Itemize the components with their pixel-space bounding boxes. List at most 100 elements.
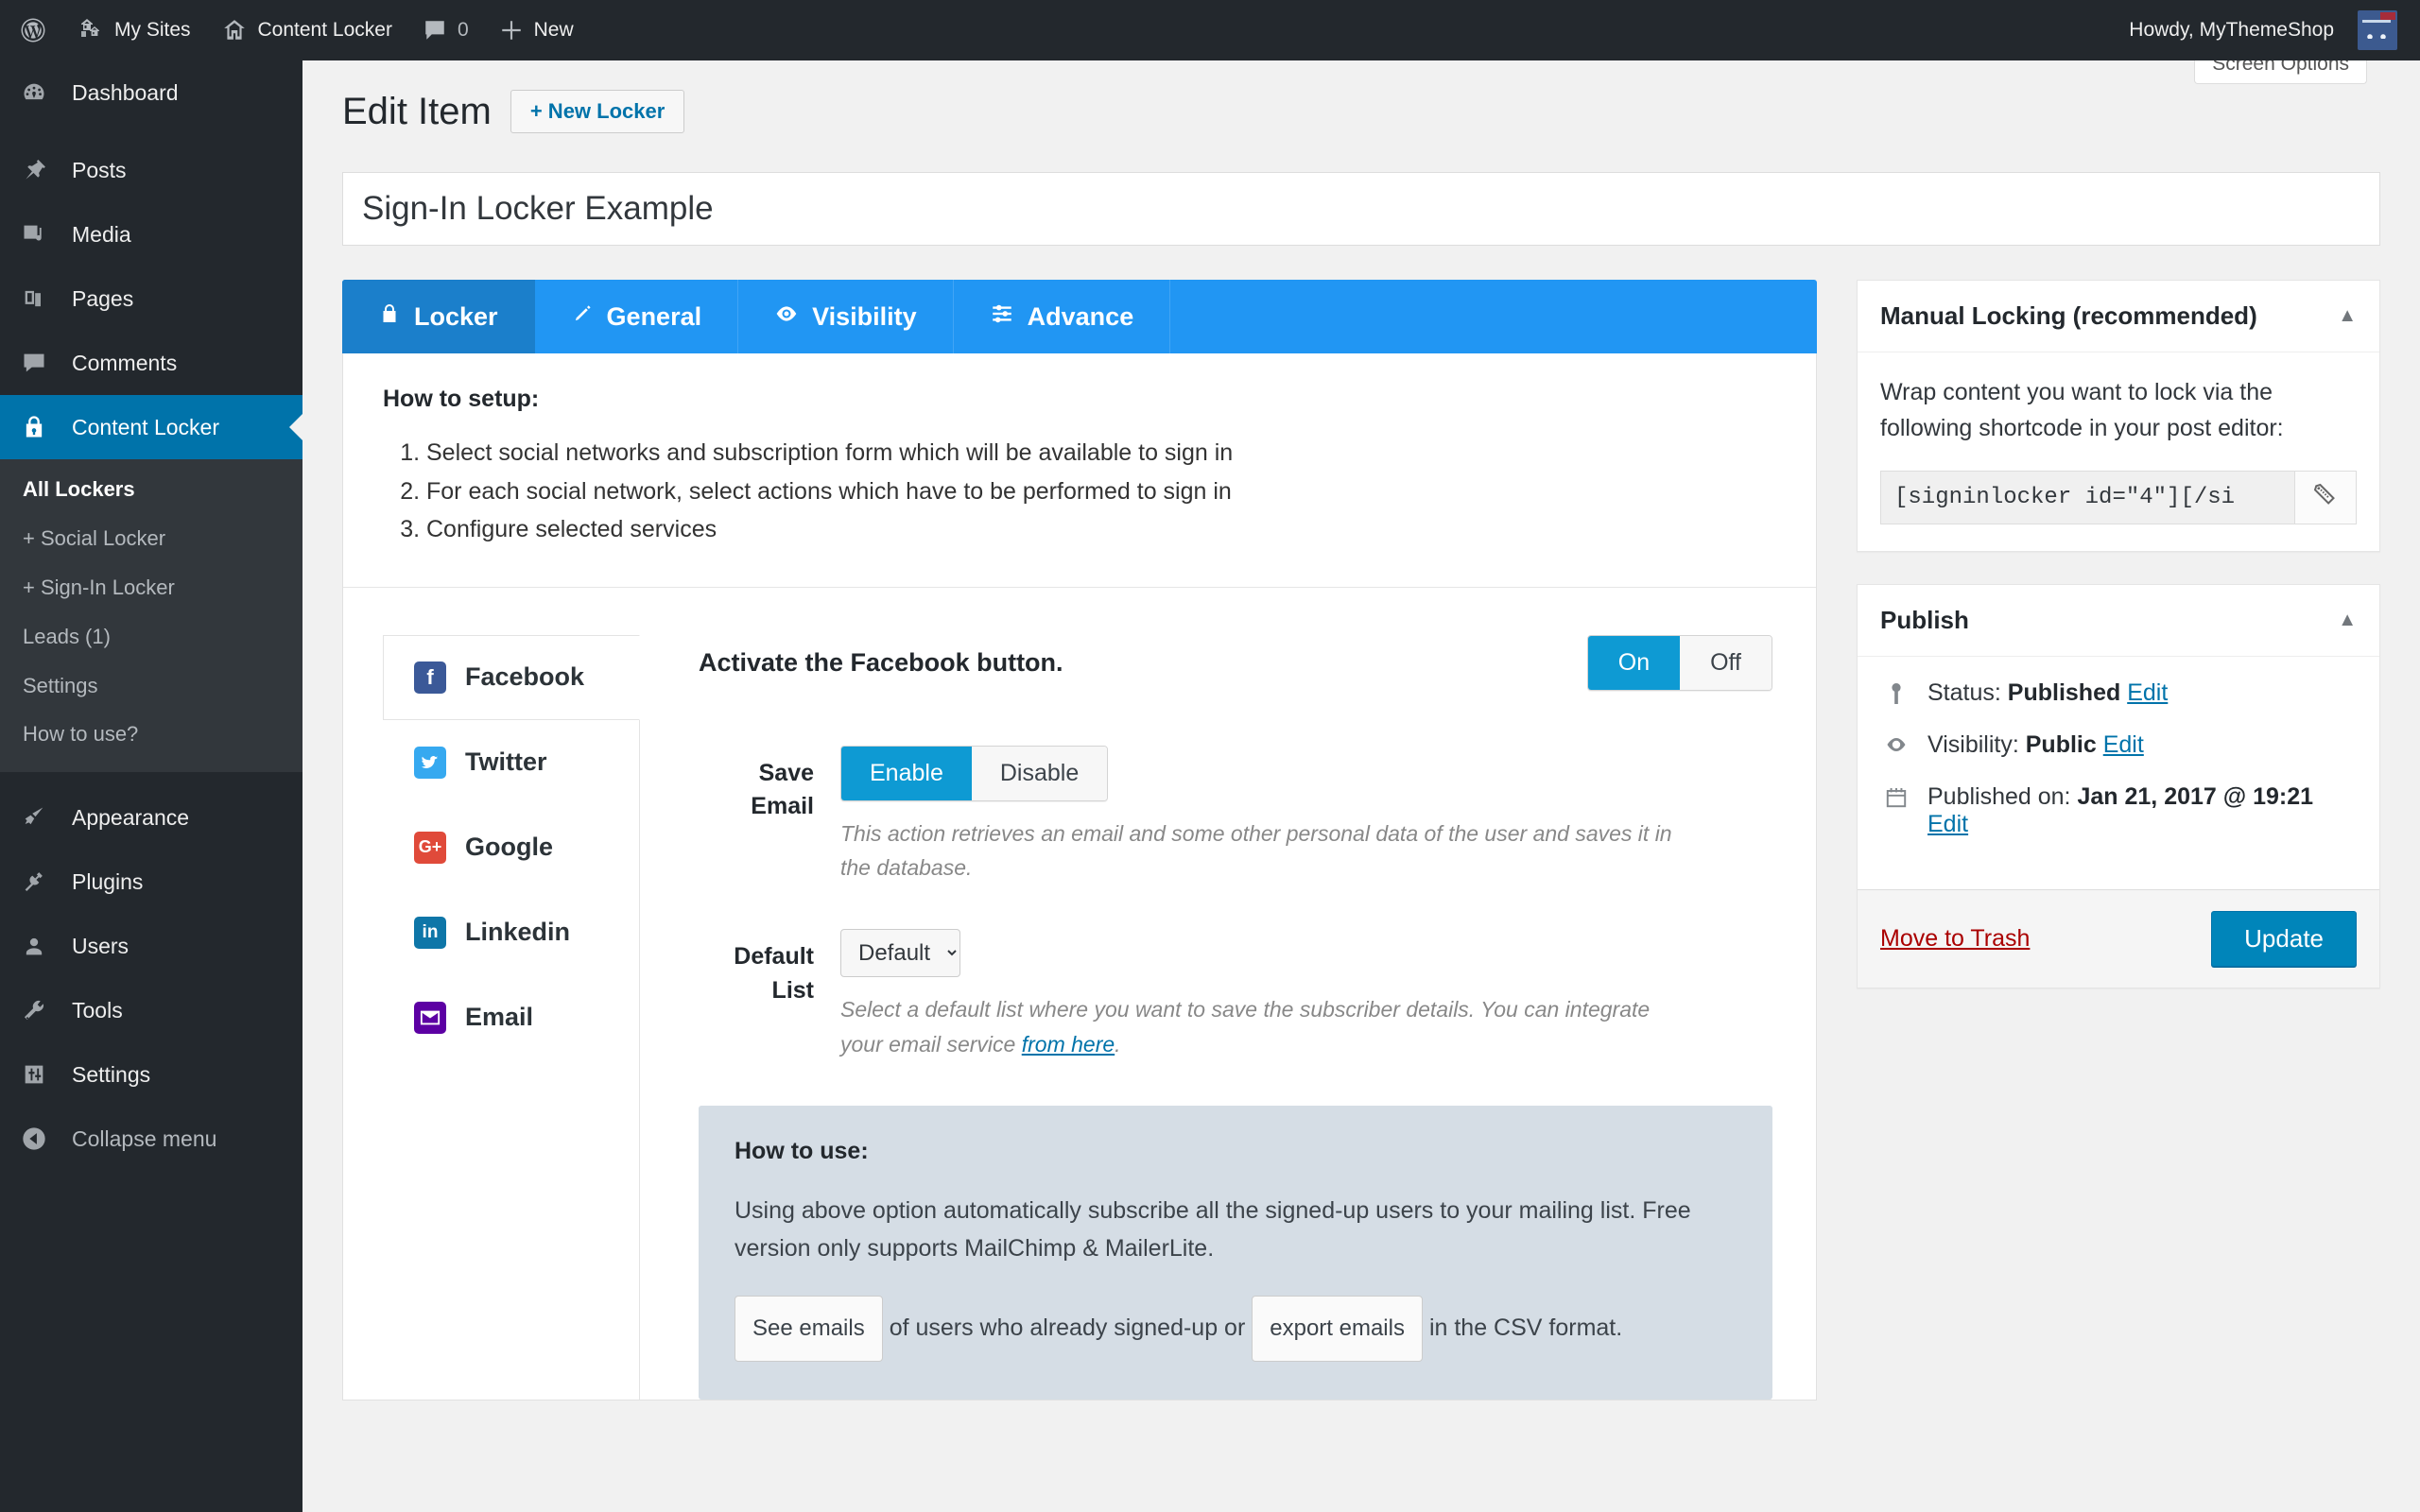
sidebar-subitem-how-to-use[interactable]: How to use?: [0, 710, 302, 759]
sidebar-subitem-leads[interactable]: Leads (1): [0, 612, 302, 662]
tab-label: General: [607, 302, 702, 332]
pencil-icon: [571, 302, 594, 332]
save-email-disable-option[interactable]: Disable: [972, 747, 1107, 800]
integrate-email-service-link[interactable]: from here: [1022, 1032, 1115, 1057]
new-content-menu[interactable]: New: [484, 0, 589, 60]
default-list-control: Default Select a default list where you …: [840, 929, 1772, 1062]
comments-bubble[interactable]: 0: [407, 0, 484, 60]
sidebar-item-appearance[interactable]: Appearance: [0, 785, 302, 850]
save-email-toggle[interactable]: Enable Disable: [840, 746, 1108, 801]
save-email-description: This action retrieves an email and some …: [840, 816, 1672, 886]
sidebar-item-label: Settings: [60, 1062, 150, 1088]
publish-visibility-row: Visibility: Public Edit: [1880, 731, 2357, 759]
collapse-menu-button[interactable]: Collapse menu: [0, 1107, 302, 1171]
network-tab-google[interactable]: G+ Google: [383, 805, 639, 890]
shortcode-input[interactable]: [1880, 471, 2294, 524]
sidebar-item-label: Posts: [60, 158, 127, 183]
post-title-input[interactable]: [343, 173, 2379, 245]
eye-icon: [774, 301, 799, 333]
sidebar-item-comments[interactable]: Comments: [0, 331, 302, 395]
post-title-wrapper: [342, 172, 2380, 246]
new-locker-button[interactable]: + New Locker: [510, 90, 684, 133]
visibility-label: Visibility:: [1927, 731, 2019, 758]
sidebar-item-tools[interactable]: Tools: [0, 978, 302, 1042]
tab-visibility[interactable]: Visibility: [738, 280, 954, 353]
lock-icon: [21, 414, 60, 440]
default-list-description: Select a default list where you want to …: [840, 992, 1672, 1062]
calendar-icon: [1880, 783, 1912, 810]
wordpress-logo-icon: [19, 16, 47, 44]
network-tab-facebook[interactable]: f Facebook: [383, 635, 640, 720]
default-list-desc-before: Select a default list where you want to …: [840, 997, 1650, 1057]
copy-shortcode-button[interactable]: [2294, 471, 2357, 524]
wp-logo-button[interactable]: [0, 0, 62, 60]
tab-advance[interactable]: Advance: [954, 280, 1171, 353]
site-name-menu[interactable]: Content Locker: [206, 0, 407, 60]
my-sites-menu[interactable]: My Sites: [62, 0, 206, 60]
locker-tab-bar: Locker General Vis: [342, 280, 1817, 353]
side-column: Manual Locking (recommended) ▲ Wrap cont…: [1817, 280, 2380, 1400]
comment-icon: [21, 350, 60, 376]
sidebar-item-users[interactable]: Users: [0, 914, 302, 978]
sidebar-subitem-signin-locker[interactable]: + Sign-In Locker: [0, 563, 302, 612]
manual-locking-title: Manual Locking (recommended): [1880, 301, 2257, 331]
sidebar-item-dashboard[interactable]: Dashboard: [0, 60, 302, 125]
chevron-up-icon[interactable]: ▲: [2338, 305, 2357, 327]
pages-icon: [21, 285, 60, 312]
setup-step: Configure selected services: [426, 510, 1776, 549]
publish-metabox: Publish ▲ Status: Published Edit: [1857, 584, 2380, 988]
default-list-select[interactable]: Default: [840, 929, 960, 977]
setup-step: For each social network, select actions …: [426, 472, 1776, 511]
sidebar-item-content-locker[interactable]: Content Locker: [0, 395, 302, 459]
network-tab-email[interactable]: Email: [383, 975, 639, 1060]
how-to-use-actions: See emails of users who already signed-u…: [735, 1296, 1737, 1362]
locker-panel: How to setup: Select social networks and…: [342, 353, 1817, 1400]
sidebar-item-media[interactable]: Media: [0, 202, 302, 266]
save-email-label-line2: Email: [751, 793, 814, 819]
published-on-edit-link[interactable]: Edit: [1927, 811, 1968, 837]
sidebar-subitem-social-locker[interactable]: + Social Locker: [0, 514, 302, 563]
dashboard-icon: [21, 79, 60, 106]
activate-toggle[interactable]: On Off: [1587, 635, 1772, 691]
publish-status-text: Status: Published Edit: [1927, 679, 2168, 707]
tab-label: Advance: [1028, 302, 1134, 332]
page-header: Edit Item + New Locker: [302, 60, 2420, 136]
sidebar-item-plugins[interactable]: Plugins: [0, 850, 302, 914]
main-column: Locker General Vis: [342, 280, 1817, 1400]
sidebar-item-pages[interactable]: Pages: [0, 266, 302, 331]
sliders-icon: [21, 1061, 60, 1088]
save-email-label: Save Email: [699, 746, 840, 886]
status-edit-link[interactable]: Edit: [2127, 679, 2168, 706]
sidebar-subitem-all-lockers[interactable]: All Lockers: [0, 465, 302, 514]
save-email-enable-option[interactable]: Enable: [841, 747, 972, 800]
page-title: Edit Item: [342, 87, 492, 136]
how-to-setup-heading: How to setup:: [383, 386, 1776, 413]
sidebar-subitem-settings[interactable]: Settings: [0, 662, 302, 711]
default-list-label-line2: List: [772, 977, 814, 1004]
how-to-setup-section: How to setup: Select social networks and…: [343, 353, 1816, 588]
my-account-menu[interactable]: Howdy, MyThemeShop: [2114, 0, 2420, 60]
default-list-desc-after: .: [1115, 1032, 1120, 1057]
move-to-trash-link[interactable]: Move to Trash: [1880, 925, 2030, 953]
network-label: Email: [465, 1003, 533, 1032]
see-emails-button[interactable]: See emails: [735, 1296, 883, 1362]
chevron-up-icon[interactable]: ▲: [2338, 610, 2357, 631]
sidebar-item-label: Pages: [60, 286, 133, 312]
activate-on-option[interactable]: On: [1588, 636, 1680, 690]
tab-locker[interactable]: Locker: [342, 280, 535, 353]
published-on-value: Jan 21, 2017 @ 19:21: [2077, 783, 2313, 810]
tab-general[interactable]: General: [535, 280, 739, 353]
network-tab-linkedin[interactable]: in Linkedin: [383, 890, 639, 975]
sidebar-item-posts[interactable]: Posts: [0, 138, 302, 202]
sidebar-item-settings[interactable]: Settings: [0, 1042, 302, 1107]
visibility-edit-link[interactable]: Edit: [2103, 731, 2144, 758]
update-button[interactable]: Update: [2211, 911, 2357, 967]
screen-options-button[interactable]: Screen Options: [2194, 60, 2367, 84]
post-columns: Locker General Vis: [342, 280, 2380, 1400]
export-emails-button[interactable]: export emails: [1252, 1296, 1423, 1362]
network-tab-twitter[interactable]: Twitter: [383, 720, 639, 805]
facebook-settings-panel: Activate the Facebook button. On Off Sav…: [640, 635, 1816, 1400]
activate-off-option[interactable]: Off: [1680, 636, 1772, 690]
manual-locking-description: Wrap content you want to lock via the fo…: [1880, 375, 2357, 446]
manual-locking-body: Wrap content you want to lock via the fo…: [1858, 352, 2379, 551]
